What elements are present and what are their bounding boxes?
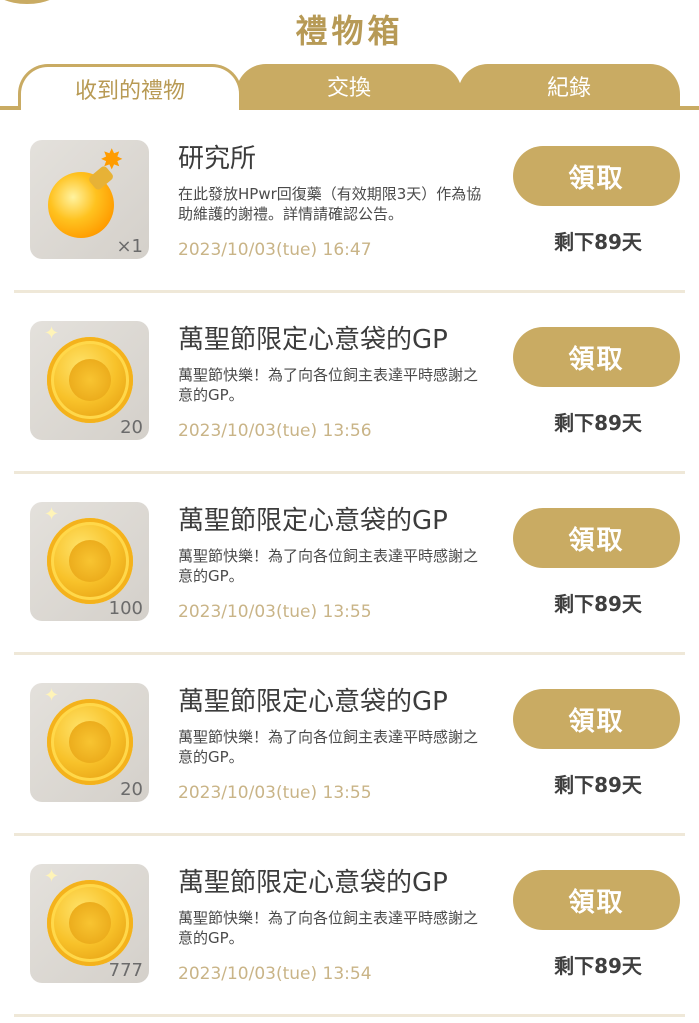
list-item: ✦ 20 萬聖節限定心意袋的GP 萬聖節快樂！為了向各位飼主表達平時感謝之意的G… <box>0 293 699 474</box>
gift-description: 萬聖節快樂！為了向各位飼主表達平時感謝之意的GP。 <box>178 909 479 947</box>
gift-description: 萬聖節快樂！為了向各位飼主表達平時感謝之意的GP。 <box>178 547 479 585</box>
gift-thumbnail: ✦ 777 <box>30 864 149 983</box>
remaining-days: 剩下89天 <box>554 592 642 616</box>
remaining-days: 剩下89天 <box>554 230 642 254</box>
remaining-days: 剩下89天 <box>554 773 642 797</box>
page-title: 禮物箱 <box>295 12 404 50</box>
gift-date: 2023/10/03(tue) 13:54 <box>178 964 372 984</box>
gift-date: 2023/10/03(tue) 16:47 <box>178 240 372 260</box>
gift-date: 2023/10/03(tue) 13:56 <box>178 421 372 441</box>
gift-quantity: 777 <box>108 960 143 981</box>
spark-icon: ✸ <box>100 143 124 176</box>
gold-coin-icon <box>47 699 133 785</box>
gift-quantity: 20 <box>120 779 143 800</box>
claim-button[interactable]: 領取 <box>513 508 680 568</box>
gift-thumbnail: ✸ ×1 <box>30 140 149 259</box>
sparkle-icon: ✦ <box>44 866 60 887</box>
gift-quantity: ×1 <box>116 236 143 257</box>
gift-quantity: 100 <box>108 598 143 619</box>
gift-name: 萬聖節限定心意袋的GP <box>178 868 448 898</box>
back-button-edge[interactable] <box>0 0 62 4</box>
gift-thumbnail: ✦ 20 <box>30 321 149 440</box>
claim-button[interactable]: 領取 <box>513 146 680 206</box>
row-divider <box>14 1014 685 1017</box>
gift-date: 2023/10/03(tue) 13:55 <box>178 602 372 622</box>
claim-button[interactable]: 領取 <box>513 870 680 930</box>
claim-button[interactable]: 領取 <box>513 327 680 387</box>
sparkle-icon: ✦ <box>44 504 60 525</box>
remaining-days: 剩下89天 <box>554 411 642 435</box>
gift-description: 萬聖節快樂！為了向各位飼主表達平時感謝之意的GP。 <box>178 366 479 404</box>
gift-name: 萬聖節限定心意袋的GP <box>178 687 448 717</box>
gift-name: 萬聖節限定心意袋的GP <box>178 506 448 536</box>
gold-coin-icon <box>47 337 133 423</box>
tab-bar: 收到的禮物 交換 紀錄 <box>0 64 699 110</box>
sparkle-icon: ✦ <box>44 685 60 706</box>
claim-button[interactable]: 領取 <box>513 689 680 749</box>
remaining-days: 剩下89天 <box>554 954 642 978</box>
gift-thumbnail: ✦ 100 <box>30 502 149 621</box>
list-item: ✦ 20 萬聖節限定心意袋的GP 萬聖節快樂！為了向各位飼主表達平時感謝之意的G… <box>0 655 699 836</box>
gold-coin-icon <box>47 518 133 604</box>
list-item: ✦ 777 萬聖節限定心意袋的GP 萬聖節快樂！為了向各位飼主表達平時感謝之意的… <box>0 836 699 1017</box>
list-item: ✸ ×1 研究所 在此發放HPwr回復藥（有效期限3天）作為協助維護的謝禮。詳情… <box>0 112 699 293</box>
tab-exchange[interactable]: 交換 <box>236 64 462 108</box>
gift-thumbnail: ✦ 20 <box>30 683 149 802</box>
gift-name: 萬聖節限定心意袋的GP <box>178 325 448 355</box>
gift-quantity: 20 <box>120 417 143 438</box>
gift-name: 研究所 <box>178 144 257 174</box>
tab-history[interactable]: 紀錄 <box>458 64 680 108</box>
sparkle-icon: ✦ <box>44 323 60 344</box>
gift-date: 2023/10/03(tue) 13:55 <box>178 783 372 803</box>
gift-list: ✸ ×1 研究所 在此發放HPwr回復藥（有效期限3天）作為協助維護的謝禮。詳情… <box>0 112 699 1017</box>
gift-description: 在此發放HPwr回復藥（有效期限3天）作為協助維護的謝禮。詳情請確認公告。 <box>178 185 482 223</box>
gold-coin-icon <box>47 880 133 966</box>
list-item: ✦ 100 萬聖節限定心意袋的GP 萬聖節快樂！為了向各位飼主表達平時感謝之意的… <box>0 474 699 655</box>
tab-received-gifts[interactable]: 收到的禮物 <box>18 64 242 110</box>
gift-description: 萬聖節快樂！為了向各位飼主表達平時感謝之意的GP。 <box>178 728 479 766</box>
